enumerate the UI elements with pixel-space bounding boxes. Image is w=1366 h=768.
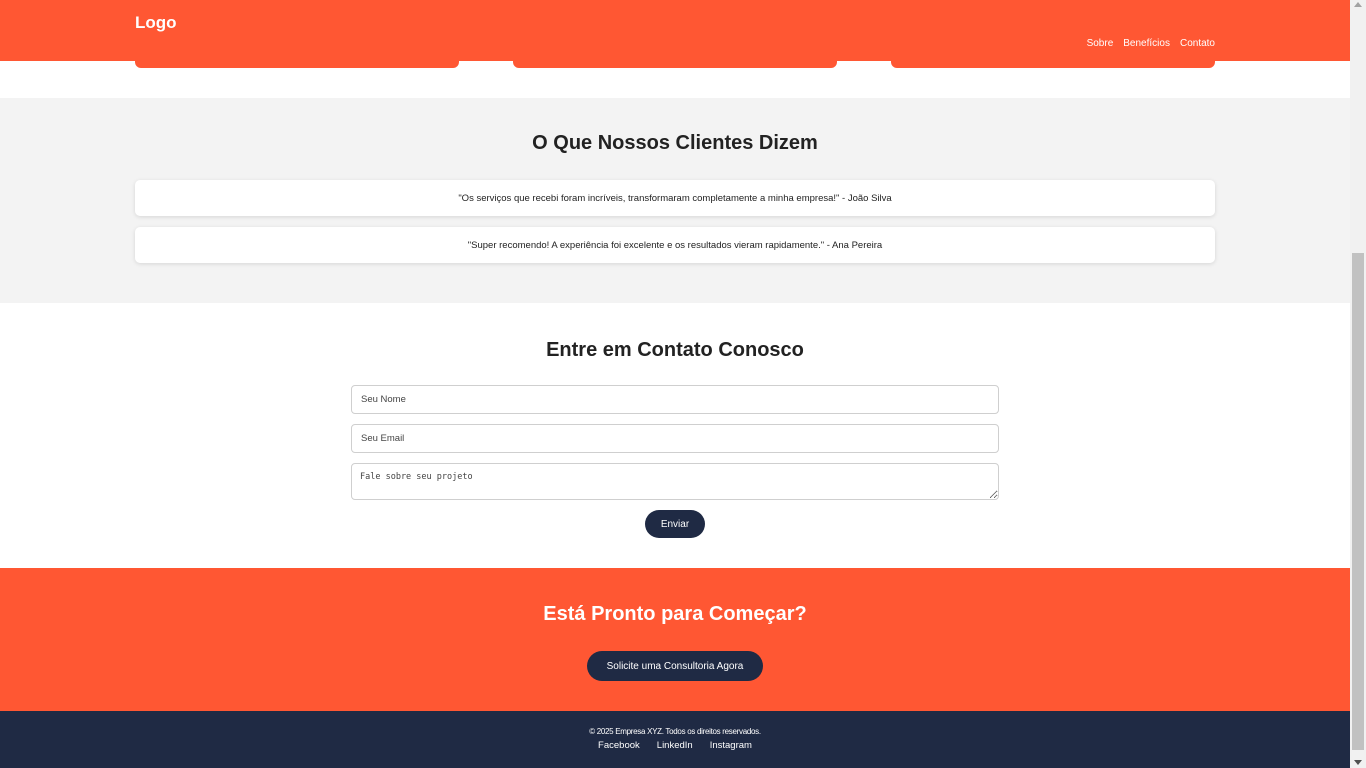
site-footer: © 2025 Empresa XYZ. Todos os direitos re… [0,711,1350,768]
testimonials-section: O Que Nossos Clientes Dizem "Os serviços… [0,98,1350,303]
cta-title: Está Pronto para Começar? [543,603,807,625]
contact-title: Entre em Contato Conosco [546,339,804,361]
testimonial-card: "Os serviços que recebi foram incríveis,… [135,180,1215,216]
vertical-scrollbar[interactable] [1350,0,1366,768]
testimonial-card: "Super recomendo! A experiência foi exce… [135,227,1215,263]
email-input[interactable] [351,424,999,453]
consultation-button[interactable]: Solicite uma Consultoria Agora [587,651,763,681]
name-input[interactable] [351,385,999,414]
page-viewport: Logo Sobre Benefícios Contato O Que Noss… [0,0,1350,768]
main-nav: Sobre Benefícios Contato [1087,38,1215,49]
logo[interactable]: Logo [135,13,177,33]
linkedin-link[interactable]: LinkedIn [657,740,693,751]
facebook-link[interactable]: Facebook [598,740,640,751]
instagram-link[interactable]: Instagram [710,740,752,751]
scroll-up-arrow-icon[interactable] [1354,2,1362,7]
scroll-down-arrow-icon[interactable] [1354,760,1362,765]
testimonials-title: O Que Nossos Clientes Dizem [532,132,818,154]
nav-link-sobre[interactable]: Sobre [1087,38,1114,49]
cta-section: Está Pronto para Começar? Solicite uma C… [0,568,1350,711]
contact-section: Entre em Contato Conosco Enviar [0,303,1350,568]
social-links: Facebook LinkedIn Instagram [0,740,1350,751]
submit-button[interactable]: Enviar [645,510,705,538]
site-header: Logo Sobre Benefícios Contato [0,0,1350,61]
scrollbar-thumb[interactable] [1352,253,1364,750]
nav-link-contato[interactable]: Contato [1180,38,1215,49]
nav-link-beneficios[interactable]: Benefícios [1123,38,1170,49]
copyright-text: © 2025 Empresa XYZ. Todos os direitos re… [589,727,761,736]
message-textarea[interactable] [351,463,999,500]
